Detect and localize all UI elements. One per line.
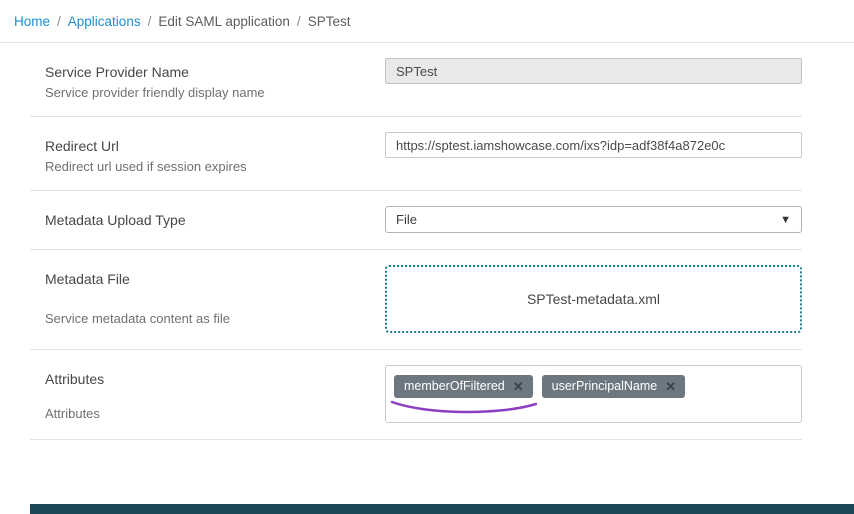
- attributes-label: Attributes: [30, 365, 355, 390]
- metadata-file-help: Service metadata content as file: [30, 311, 355, 334]
- edit-saml-application-form: Service Provider Name Service provider f…: [30, 43, 802, 440]
- remove-tag-icon[interactable]: ✕: [513, 380, 524, 393]
- breadcrumb-separator: /: [148, 14, 152, 29]
- attributes-help: Attributes: [30, 406, 355, 424]
- redirect-url-input[interactable]: [385, 132, 802, 158]
- metadata-upload-type-row: Metadata Upload Type File ▼: [30, 191, 802, 250]
- redirect-url-row: Redirect Url Redirect url used if sessio…: [30, 117, 802, 191]
- metadata-upload-type-select[interactable]: File ▼: [385, 206, 802, 233]
- service-provider-name-input[interactable]: [385, 58, 802, 84]
- purple-underline-annotation: [388, 399, 540, 417]
- attribute-tag: memberOfFiltered ✕: [394, 375, 533, 398]
- attribute-tag-label: userPrincipalName: [552, 379, 658, 393]
- metadata-file-name: SPTest-metadata.xml: [527, 291, 660, 307]
- attributes-tags-box[interactable]: memberOfFiltered ✕ userPrincipalName ✕: [385, 365, 802, 423]
- chevron-down-icon: ▼: [780, 214, 791, 226]
- service-provider-name-help: Service provider friendly display name: [30, 85, 355, 100]
- service-provider-name-row: Service Provider Name Service provider f…: [30, 43, 802, 117]
- breadcrumb-home-link[interactable]: Home: [14, 14, 50, 29]
- breadcrumb-applications-link[interactable]: Applications: [68, 14, 141, 29]
- metadata-file-dropzone[interactable]: SPTest-metadata.xml: [385, 265, 802, 333]
- breadcrumb: Home / Applications / Edit SAML applicat…: [0, 0, 854, 43]
- remove-tag-icon[interactable]: ✕: [665, 380, 676, 393]
- breadcrumb-separator: /: [57, 14, 61, 29]
- breadcrumb-edit-saml-application: Edit SAML application: [158, 14, 290, 29]
- metadata-file-row: Metadata File SPTest-metadata.xml Servic…: [30, 250, 802, 350]
- attributes-row: Attributes memberOfFiltered ✕ userPrinci…: [30, 350, 802, 440]
- service-provider-name-label: Service Provider Name: [30, 58, 355, 80]
- breadcrumb-sptest: SPTest: [308, 14, 351, 29]
- metadata-upload-type-label: Metadata Upload Type: [30, 206, 355, 228]
- bottom-bar: [30, 504, 854, 514]
- redirect-url-label: Redirect Url: [30, 132, 355, 154]
- attribute-tag: userPrincipalName ✕: [542, 375, 686, 398]
- metadata-upload-type-selected-value: File: [396, 212, 417, 227]
- breadcrumb-separator: /: [297, 14, 301, 29]
- redirect-url-help: Redirect url used if session expires: [30, 159, 355, 174]
- metadata-file-label: Metadata File: [30, 265, 355, 295]
- attribute-tag-label: memberOfFiltered: [404, 379, 505, 393]
